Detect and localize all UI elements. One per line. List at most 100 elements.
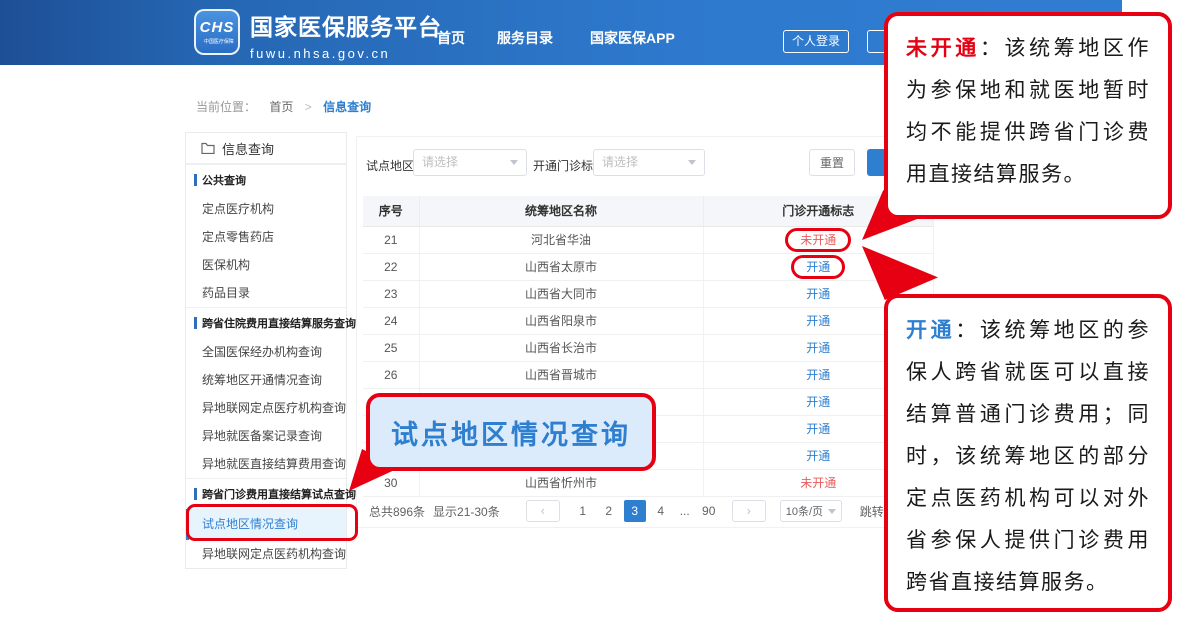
table-row: 24 山西省阳泉市 开通 (363, 307, 933, 335)
page-number-3[interactable]: 3 (623, 500, 646, 522)
sidebar-item[interactable]: 药品目录 (186, 279, 346, 307)
sidebar-item[interactable]: 定点零售药店 (186, 223, 346, 251)
page-number-1[interactable]: 1 (572, 500, 594, 522)
logo-abbr: CHS (199, 19, 235, 36)
sidebar-section: 公共查询 (186, 164, 346, 195)
chevron-down-icon (827, 508, 836, 514)
cell-status: 未开通 (703, 226, 933, 254)
outpatient-flag-placeholder: 请选择 (602, 155, 639, 169)
cell-no: 23 (363, 280, 420, 308)
cell-no: 22 (363, 253, 420, 281)
page-size-value: 10条/页 (785, 506, 824, 518)
sidebar-label: 异地联网定点医疗机构查询 (202, 401, 347, 415)
page-ellipsis: ... (679, 504, 690, 518)
status-badge: 未开通 (800, 476, 837, 490)
sidebar-list: 信息查询公共查询定点医疗机构定点零售药店 医保机构药品目录跨省住院费用直接结算服务… (186, 133, 356, 568)
table-header-row: 序号 统筹地区名称 门诊开通标志 (363, 196, 933, 227)
status-badge: 开通 (806, 422, 831, 436)
table-row: 26 山西省晋城市 开通 (363, 361, 933, 389)
callout-opened-term: 开通 (906, 319, 956, 342)
page-size-select[interactable]: 10条/页 (779, 500, 842, 522)
pagination-total: 总共896条 (369, 504, 426, 519)
cell-no: 21 (363, 226, 420, 254)
callout-opened-text: ：该统筹地区的参保人跨省就医可以直接结算普通门诊费用；同时，该统筹地区的部分定点… (906, 319, 1151, 594)
chevron-down-icon (688, 160, 696, 165)
sidebar-item[interactable]: 异地联网定点医药机构查询 (186, 540, 346, 568)
page-number-90[interactable]: 90 (698, 500, 720, 522)
breadcrumb-current[interactable]: 信息查询 (323, 100, 371, 114)
breadcrumb-prefix: 当前位置： (196, 100, 257, 114)
page: CHS 中国医疗保障 国家医保服务平台 fuwu.nhsa.gov.cn 首页 … (0, 0, 1200, 627)
next-page-button[interactable]: › (731, 500, 766, 522)
cell-region: 山西省长治市 (419, 334, 704, 362)
cell-region: 山西省忻州市 (419, 469, 704, 497)
site-logo[interactable]: CHS 中国医疗保障 (194, 9, 240, 55)
callout-opened: 开通：该统筹地区的参保人跨省就医可以直接结算普通门诊费用；同时，该统筹地区的部分… (884, 294, 1172, 612)
sidebar-section: 跨省住院费用直接结算服务查询 (186, 307, 356, 338)
sidebar-label: 公共查询 (202, 175, 246, 187)
sidebar-item[interactable]: 异地就医备案记录查询 (186, 422, 346, 450)
col-header-no: 序号 (363, 196, 420, 227)
sidebar-label: 定点零售药店 (202, 230, 275, 244)
pagination: 总共896条 显示21-30条 ‹ 1234...90 › 10条/页 跳转至第 (369, 499, 929, 523)
col-header-region: 统筹地区名称 (419, 196, 704, 227)
status-badge-annotated: 开通 (791, 254, 846, 279)
pilot-region-query-bubble: 试点地区情况查询 (366, 393, 656, 471)
reset-button[interactable]: 重置 (809, 149, 855, 176)
logo-subtext: 中国医疗保障 (203, 38, 234, 45)
bubble-label: 试点地区情况查询 (391, 419, 631, 450)
status-badge: 开通 (806, 449, 831, 463)
pilot-region-select[interactable]: 请选择 (413, 149, 527, 176)
breadcrumb-separator: > (304, 100, 312, 114)
cell-no: 26 (363, 361, 420, 389)
sidebar-label: 异地就医直接结算费用查询 (202, 457, 347, 471)
sidebar-item[interactable]: 统筹地区开通情况查询 (186, 366, 346, 394)
sidebar-label: 跨省住院费用直接结算服务查询 (202, 318, 356, 330)
callout-not-opened: 未开通：该统筹地区作为参保地和就医地暂时均不能提供跨省门诊费用直接结算服务。 (884, 12, 1172, 219)
site-domain: fuwu.nhsa.gov.cn (250, 46, 391, 61)
status-badge: 开通 (806, 395, 831, 409)
callout-not-opened-term: 未开通 (906, 37, 980, 60)
page-number-2[interactable]: 2 (598, 500, 620, 522)
chevron-down-icon (510, 160, 518, 165)
prev-page-button[interactable]: ‹ (525, 500, 560, 522)
site-title: 国家医保服务平台 (250, 14, 442, 40)
sidebar-label: 药品目录 (202, 286, 251, 300)
status-badge: 开通 (806, 314, 831, 328)
sidebar-label: 跨省门诊费用直接结算试点查询 (202, 489, 356, 501)
nav-service-catalog[interactable]: 服务目录 (497, 28, 553, 48)
sidebar-item[interactable]: 医保机构 (186, 251, 346, 279)
folder-icon (201, 142, 215, 154)
sidebar-item[interactable]: 异地就医直接结算费用查询 (186, 450, 346, 478)
table-row: 23 山西省大同市 开通 (363, 280, 933, 308)
cell-region: 山西省阳泉市 (419, 307, 704, 335)
section-marker-icon (194, 317, 197, 329)
section-marker-icon (194, 488, 197, 500)
pilot-region-placeholder: 请选择 (422, 155, 459, 169)
sidebar-item[interactable]: 全国医保经办机构查询 (186, 338, 346, 366)
sidebar-item[interactable]: 信息查询 (186, 133, 346, 164)
cell-region: 山西省大同市 (419, 280, 704, 308)
cell-no: 25 (363, 334, 420, 362)
status-badge: 开通 (806, 368, 831, 382)
pagination-showing: 显示21-30条 (433, 504, 500, 519)
sidebar-item[interactable]: 异地联网定点医疗机构查询 (186, 394, 346, 422)
personal-login-button[interactable]: 个人登录 (783, 30, 849, 53)
cell-no: 24 (363, 307, 420, 335)
status-badge-annotated: 未开通 (785, 227, 852, 252)
brand: 国家医保服务平台 fuwu.nhsa.gov.cn (250, 8, 442, 61)
sidebar-label: 异地联网定点医药机构查询 (202, 547, 347, 561)
table-row: 25 山西省长治市 开通 (363, 334, 933, 362)
sidebar-label: 统筹地区开通情况查询 (202, 373, 323, 387)
outpatient-flag-select[interactable]: 请选择 (593, 149, 705, 176)
cell-region: 山西省晋城市 (419, 361, 704, 389)
page-number-list: 1 2 3 4... 90 (572, 500, 720, 522)
table-row: 21 河北省华油 未开通 (363, 226, 933, 254)
page-number-4[interactable]: 4 (650, 500, 672, 522)
breadcrumb-home-link[interactable]: 首页 (269, 100, 293, 114)
nav-home[interactable]: 首页 (437, 28, 465, 48)
nav-nhsa-app[interactable]: 国家医保APP (590, 28, 675, 48)
sidebar-label: 信息查询 (222, 141, 275, 157)
sidebar-label: 医保机构 (202, 258, 251, 272)
sidebar-item[interactable]: 定点医疗机构 (186, 195, 346, 223)
